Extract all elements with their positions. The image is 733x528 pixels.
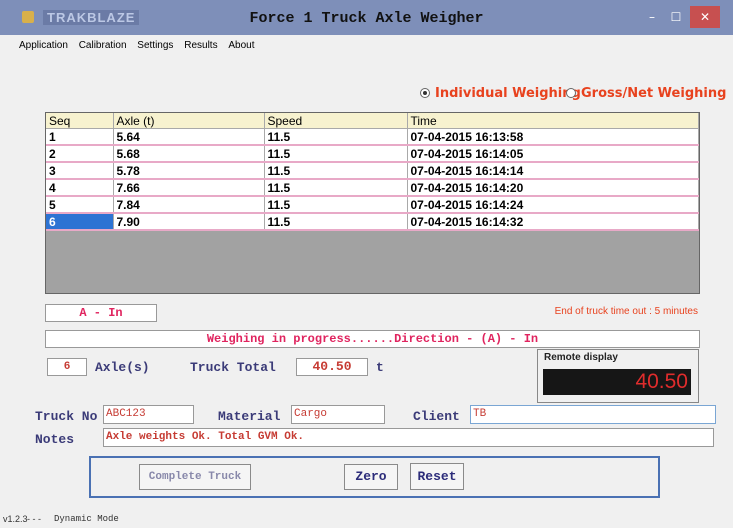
cell-axle: 7.90 bbox=[113, 213, 265, 231]
direction-box: A - In bbox=[45, 304, 157, 322]
cell-seq: 6 bbox=[46, 213, 114, 231]
table-row[interactable]: 4 7.66 11.5 07-04-2015 16:14:20 bbox=[46, 179, 699, 197]
column-header-time[interactable]: Time bbox=[407, 113, 699, 129]
menu-about[interactable]: About bbox=[224, 37, 258, 54]
truck-no-label: Truck No bbox=[35, 409, 98, 424]
close-button[interactable]: ✕ bbox=[690, 6, 720, 28]
column-header-seq[interactable]: Seq bbox=[46, 113, 114, 129]
material-label: Material bbox=[218, 409, 281, 424]
truck-total-label: Truck Total bbox=[190, 360, 276, 375]
client-label: Client bbox=[413, 409, 460, 424]
notes-field[interactable]: Axle weights Ok. Total GVM Ok. bbox=[103, 428, 714, 447]
unit-label: t bbox=[376, 360, 384, 375]
title-bar: TRAKBLAZE Force 1 Truck Axle Weigher – ☐… bbox=[0, 0, 733, 35]
cell-time: 07-04-2015 16:14:14 bbox=[407, 162, 699, 180]
table-row[interactable]: 2 5.68 11.5 07-04-2015 16:14:05 bbox=[46, 145, 699, 163]
cell-axle: 5.64 bbox=[113, 128, 265, 146]
action-button-group: Complete Truck Zero Reset bbox=[89, 456, 660, 498]
remote-display-value: 40.50 bbox=[543, 369, 691, 395]
axle-table[interactable]: Seq Axle (t) Speed Time 1 5.64 11.5 07-0… bbox=[45, 112, 700, 294]
individual-weighing-radio[interactable]: Individual Weighing bbox=[420, 86, 581, 101]
table-row[interactable]: 3 5.78 11.5 07-04-2015 16:14:14 bbox=[46, 162, 699, 180]
gross-net-weighing-radio[interactable]: Gross/Net Weighing bbox=[566, 86, 726, 101]
reset-button[interactable]: Reset bbox=[410, 463, 464, 490]
cell-speed: 11.5 bbox=[264, 162, 408, 180]
table-row-selected[interactable]: 6 7.90 11.5 07-04-2015 16:14:32 bbox=[46, 213, 699, 231]
cell-time: 07-04-2015 16:14:05 bbox=[407, 145, 699, 163]
column-header-speed[interactable]: Speed bbox=[264, 113, 408, 129]
menu-results[interactable]: Results bbox=[180, 37, 221, 54]
cell-seq: 1 bbox=[46, 128, 114, 146]
menu-application[interactable]: Application bbox=[15, 37, 72, 54]
maximize-button[interactable]: ☐ bbox=[664, 6, 688, 28]
radio-selected-icon bbox=[420, 88, 430, 98]
axle-label: Axle(s) bbox=[95, 360, 150, 375]
cell-speed: 11.5 bbox=[264, 196, 408, 214]
cell-seq: 5 bbox=[46, 196, 114, 214]
radio-unselected-icon bbox=[566, 88, 576, 98]
mode-text: Dynamic Mode bbox=[54, 514, 119, 524]
cell-axle: 5.78 bbox=[113, 162, 265, 180]
column-header-axle[interactable]: Axle (t) bbox=[113, 113, 265, 129]
notes-label: Notes bbox=[35, 432, 75, 447]
cell-speed: 11.5 bbox=[264, 128, 408, 146]
table-row[interactable]: 5 7.84 11.5 07-04-2015 16:14:24 bbox=[46, 196, 699, 214]
version-text: v1.2.3 bbox=[3, 514, 28, 524]
truck-total-box: 40.50 bbox=[296, 358, 368, 376]
menu-bar: Application Calibration Settings Results… bbox=[15, 37, 715, 57]
cell-seq: 4 bbox=[46, 179, 114, 197]
remote-display-label: Remote display bbox=[544, 352, 618, 363]
separator-text: - - - bbox=[27, 514, 41, 524]
gross-net-weighing-label: Gross/Net Weighing bbox=[581, 86, 727, 101]
cell-seq: 3 bbox=[46, 162, 114, 180]
progress-box: Weighing in progress......Direction - (A… bbox=[45, 330, 700, 348]
remote-display-panel: Remote display 40.50 bbox=[537, 349, 699, 403]
minimize-button[interactable]: – bbox=[640, 6, 664, 28]
zero-button[interactable]: Zero bbox=[344, 464, 398, 490]
material-field[interactable]: Cargo bbox=[291, 405, 385, 424]
menu-calibration[interactable]: Calibration bbox=[75, 37, 131, 54]
cell-axle: 7.84 bbox=[113, 196, 265, 214]
menu-settings[interactable]: Settings bbox=[133, 37, 177, 54]
cell-time: 07-04-2015 16:13:58 bbox=[407, 128, 699, 146]
cell-speed: 11.5 bbox=[264, 145, 408, 163]
cell-speed: 11.5 bbox=[264, 213, 408, 231]
axle-count-box: 6 bbox=[47, 358, 87, 376]
cell-seq: 2 bbox=[46, 145, 114, 163]
cell-time: 07-04-2015 16:14:24 bbox=[407, 196, 699, 214]
table-row[interactable]: 1 5.64 11.5 07-04-2015 16:13:58 bbox=[46, 128, 699, 146]
cell-axle: 7.66 bbox=[113, 179, 265, 197]
status-bar: v1.2.3 - - - Dynamic Mode bbox=[0, 512, 733, 528]
individual-weighing-label: Individual Weighing bbox=[435, 86, 581, 101]
cell-speed: 11.5 bbox=[264, 179, 408, 197]
cell-time: 07-04-2015 16:14:32 bbox=[407, 213, 699, 231]
truck-no-field[interactable]: ABC123 bbox=[103, 405, 194, 424]
timeout-text: End of truck time out : 5 minutes bbox=[554, 306, 698, 317]
client-field[interactable]: TB bbox=[470, 405, 716, 424]
table-header-row: Seq Axle (t) Speed Time bbox=[46, 113, 699, 129]
cell-axle: 5.68 bbox=[113, 145, 265, 163]
complete-truck-button[interactable]: Complete Truck bbox=[139, 464, 251, 490]
window-title: Force 1 Truck Axle Weigher bbox=[249, 10, 484, 27]
cell-time: 07-04-2015 16:14:20 bbox=[407, 179, 699, 197]
